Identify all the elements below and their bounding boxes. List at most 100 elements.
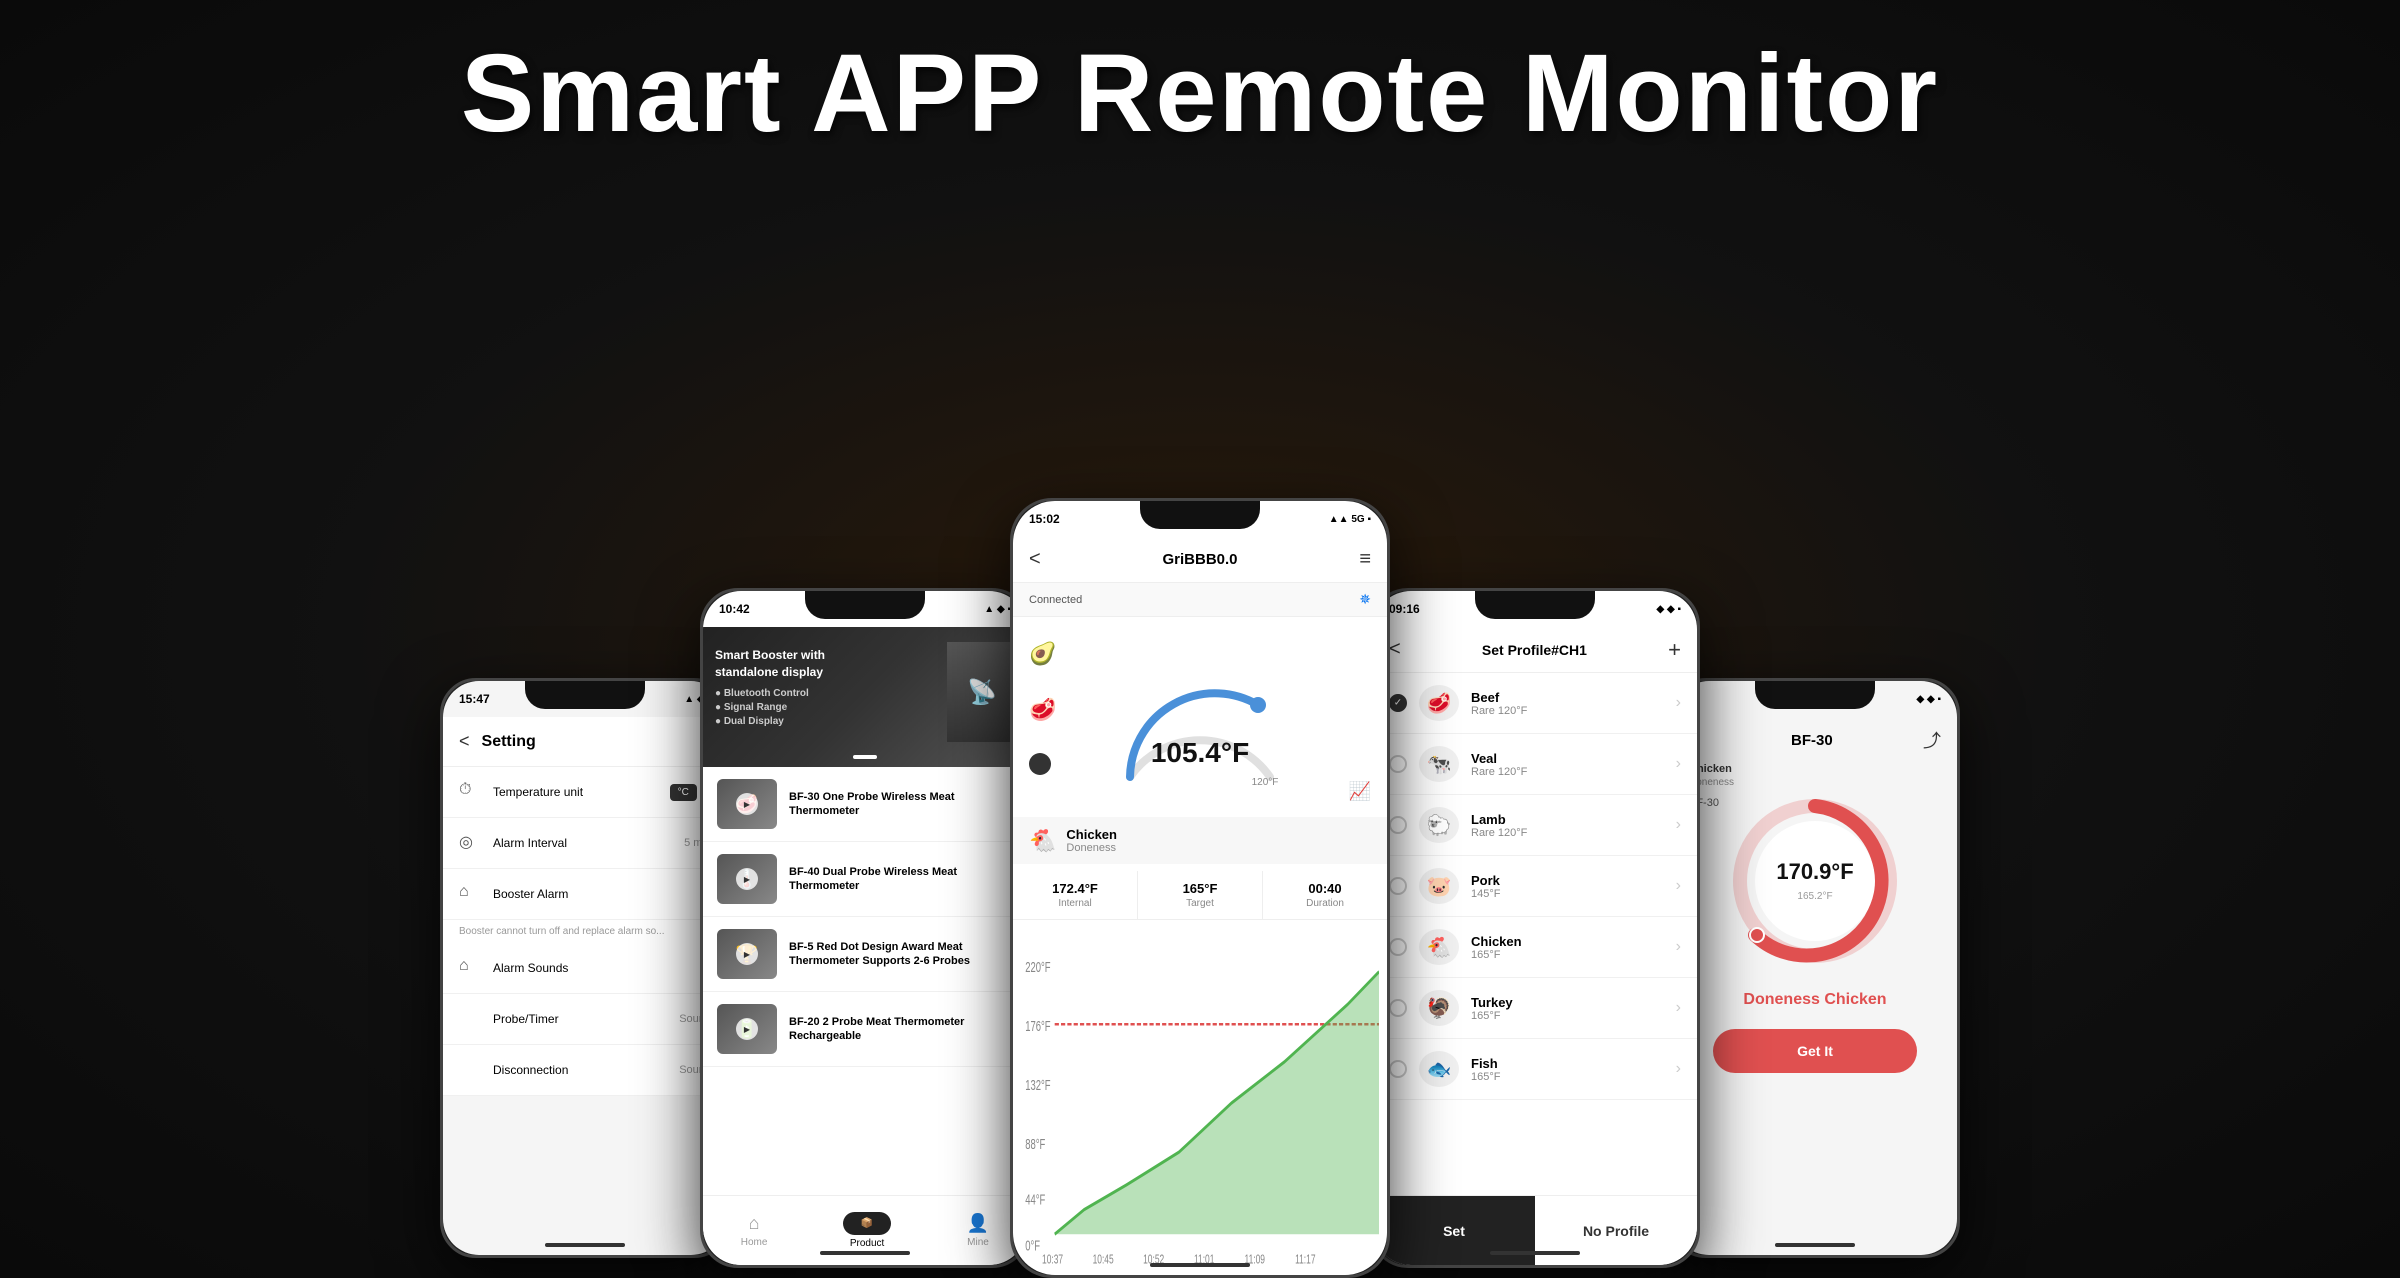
- play-btn-3[interactable]: ▶: [736, 943, 758, 965]
- meat-item-veal[interactable]: 🐄 Veal Rare 120°F ›: [1373, 734, 1697, 795]
- svg-text:105.4°F: 105.4°F: [1151, 737, 1249, 768]
- product-item-1[interactable]: 🥩 ▶ BF-30 One Probe Wireless Meat Thermo…: [703, 767, 1027, 842]
- alarm-label: Alarm Interval: [493, 836, 684, 850]
- meat-item-lamb[interactable]: 🐑 Lamb Rare 120°F ›: [1373, 795, 1697, 856]
- big-gauge-svg: 170.9°F 165.2°F: [1725, 791, 1905, 971]
- phone4-time: 09:16: [1389, 602, 1420, 616]
- phone3-back-icon[interactable]: <: [1029, 548, 1041, 571]
- phone5-share-icon[interactable]: ⤴: [1923, 727, 1941, 753]
- pork-name: Pork: [1471, 873, 1676, 888]
- play-btn-2[interactable]: ▶: [736, 868, 758, 890]
- pork-radio[interactable]: [1389, 877, 1407, 895]
- settings-booster-note: Booster cannot turn off and replace alar…: [443, 920, 727, 943]
- fish-radio[interactable]: [1389, 1060, 1407, 1078]
- veal-radio[interactable]: [1389, 755, 1407, 773]
- bluetooth-icon: ✵: [1359, 591, 1371, 608]
- settings-alarm-interval[interactable]: ◎ Alarm Interval 5 min: [443, 818, 727, 869]
- phones-container: 15:47 ▲ ◆ ▪ < Setting ⏱ Temperature unit…: [100, 178, 2300, 1278]
- probe-avocado-icon: 🥑: [1029, 641, 1056, 667]
- meat-item-chicken[interactable]: 🐔 Chicken 165°F ›: [1373, 917, 1697, 978]
- get-it-button[interactable]: Get It: [1713, 1029, 1917, 1073]
- chicken-name: Chicken: [1471, 934, 1676, 949]
- product-info-2: BF-40 Dual Probe Wireless Meat Thermomet…: [789, 865, 1013, 894]
- meat-item-fish[interactable]: 🐟 Fish 165°F ›: [1373, 1039, 1697, 1100]
- booster-label: Booster Alarm: [493, 887, 711, 901]
- chicken-icon: 🐔: [1029, 828, 1056, 854]
- lamb-img: 🐑: [1419, 807, 1459, 843]
- connected-text: Connected: [1029, 594, 1082, 606]
- beef-img: 🥩: [1419, 685, 1459, 721]
- phone-center: 15:02 ▲▲ 5G ▪ < GriBBB0.0 ≡ Connected ✵: [1010, 498, 1390, 1278]
- phone5-icons: ◆ ◆ ▪: [1917, 694, 1941, 705]
- phone5-notch: [1755, 681, 1875, 709]
- svg-text:176°F: 176°F: [1025, 1018, 1051, 1035]
- settings-disconnection[interactable]: Disconnection Sound: [443, 1045, 727, 1096]
- svg-text:10:37: 10:37: [1042, 1253, 1063, 1267]
- phone5-title: BF-30: [1791, 732, 1833, 749]
- phone4-back-icon[interactable]: <: [1389, 638, 1401, 661]
- beef-radio[interactable]: [1389, 694, 1407, 712]
- promo-text: Smart Booster withstandalone display ● B…: [715, 647, 825, 729]
- phone2-notch: [805, 591, 925, 619]
- product-list: 🥩 ▶ BF-30 One Probe Wireless Meat Thermo…: [703, 767, 1027, 1195]
- phone3-icons: ▲▲ 5G ▪: [1329, 514, 1371, 525]
- settings-temp-unit[interactable]: ⏱ Temperature unit °C °F: [443, 767, 727, 818]
- settings-booster-alarm[interactable]: ⌂ Booster Alarm: [443, 869, 727, 920]
- svg-text:10:45: 10:45: [1093, 1253, 1114, 1267]
- meat-item-beef[interactable]: 🥩 Beef Rare 120°F ›: [1373, 673, 1697, 734]
- product-nav-icon: 📦: [861, 1218, 873, 1229]
- mine-nav-icon: 👤: [967, 1213, 989, 1234]
- phone3-menu-icon[interactable]: ≡: [1359, 548, 1371, 571]
- pork-arrow: ›: [1676, 877, 1681, 895]
- turkey-name: Turkey: [1471, 995, 1676, 1010]
- doneness-label: Doneness Chicken: [1673, 991, 1957, 1009]
- phone-settings: 15:47 ▲ ◆ ▪ < Setting ⏱ Temperature unit…: [440, 678, 730, 1258]
- beef-info: Beef Rare 120°F: [1471, 690, 1676, 717]
- play-btn-1[interactable]: ▶: [736, 793, 758, 815]
- phone1-time: 15:47: [459, 692, 490, 706]
- phone-profile: 09:16 ◆ ◆ ▪ < Set Profile#CH1 + 🥩 Beef: [1370, 588, 1700, 1268]
- product-nav-bg: 📦: [843, 1212, 891, 1235]
- phone4-add-icon[interactable]: +: [1668, 637, 1681, 663]
- phone3-notch: [1140, 501, 1260, 529]
- play-btn-4[interactable]: ▶: [736, 1018, 758, 1040]
- alarm-icon: ◎: [459, 832, 481, 854]
- product-info-4: BF-20 2 Probe Meat Thermometer Rechargea…: [789, 1015, 1013, 1044]
- product-item-2[interactable]: 🌡️ ▶ BF-40 Dual Probe Wireless Meat Ther…: [703, 842, 1027, 917]
- product-name-2: BF-40 Dual Probe Wireless Meat Thermomet…: [789, 865, 1013, 894]
- svg-text:44°F: 44°F: [1025, 1192, 1045, 1209]
- nav-product[interactable]: 📦 Product: [843, 1212, 891, 1249]
- lamb-name: Lamb: [1471, 812, 1676, 827]
- promo-sub1: ● Bluetooth Control: [715, 687, 825, 701]
- chart-icon[interactable]: 📈: [1349, 781, 1371, 802]
- phone-product-screen: 10:42 ▲ ◆ ▪ Smart Booster withstandalone…: [703, 591, 1027, 1265]
- big-gauge: 170.9°F 165.2°F: [1725, 791, 1905, 971]
- svg-text:11:17: 11:17: [1295, 1253, 1315, 1267]
- lamb-radio[interactable]: [1389, 816, 1407, 834]
- lamb-arrow: ›: [1676, 816, 1681, 834]
- settings-probe-timer[interactable]: Probe/Timer Sound: [443, 994, 727, 1045]
- veal-info: Veal Rare 120°F: [1471, 751, 1676, 778]
- turkey-radio[interactable]: [1389, 999, 1407, 1017]
- meat-item-pork[interactable]: 🐷 Pork 145°F ›: [1373, 856, 1697, 917]
- chicken-arrow: ›: [1676, 938, 1681, 956]
- temp-icon: ⏱: [459, 781, 481, 803]
- chicken-radio[interactable]: [1389, 938, 1407, 956]
- phone1-back-icon[interactable]: <: [459, 731, 470, 752]
- svg-text:88°F: 88°F: [1025, 1136, 1045, 1153]
- product-thumb-4: 🔋 ▶: [717, 1004, 777, 1054]
- product-item-3[interactable]: 🏆 ▶ BF-5 Red Dot Design Award Meat Therm…: [703, 917, 1027, 992]
- promo-image: 📡: [947, 642, 1017, 742]
- turkey-arrow: ›: [1676, 999, 1681, 1017]
- temp-toggle[interactable]: °C: [670, 784, 697, 801]
- meat-item-turkey[interactable]: 🦃 Turkey 165°F ›: [1373, 978, 1697, 1039]
- probe-icons: 🥑 🥩: [1029, 641, 1056, 775]
- chicken-info: Chicken 165°F: [1471, 934, 1676, 961]
- settings-alarm-sounds[interactable]: ⌂ Alarm Sounds: [443, 943, 727, 994]
- svg-text:0°F: 0°F: [1025, 1238, 1040, 1255]
- nav-home[interactable]: ⌂ Home: [741, 1213, 768, 1248]
- sounds-label: Alarm Sounds: [493, 961, 711, 975]
- nav-mine[interactable]: 👤 Mine: [967, 1213, 989, 1248]
- page-title: Smart APP Remote Monitor: [0, 30, 2400, 157]
- product-item-4[interactable]: 🔋 ▶ BF-20 2 Probe Meat Thermometer Recha…: [703, 992, 1027, 1067]
